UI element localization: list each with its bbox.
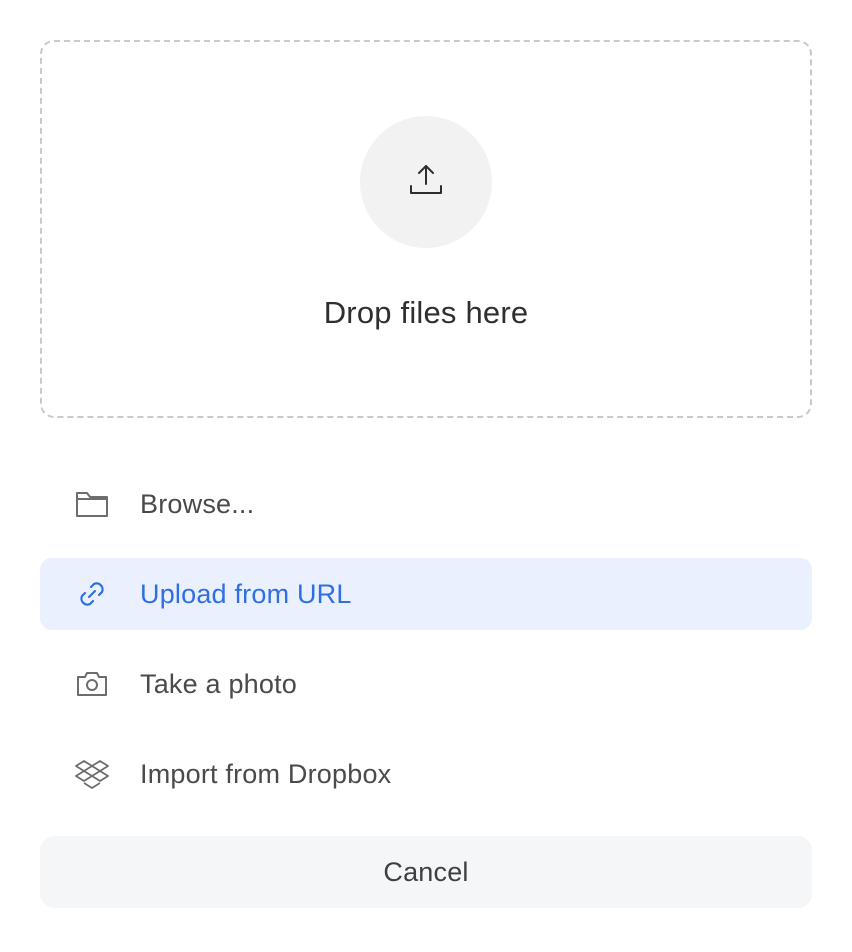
take-photo-label: Take a photo: [140, 668, 298, 699]
cancel-button[interactable]: Cancel: [40, 836, 812, 908]
upload-icon: [408, 162, 444, 203]
dropbox-icon: [74, 756, 110, 792]
import-dropbox-label: Import from Dropbox: [140, 758, 392, 789]
link-icon: [74, 576, 110, 612]
folder-icon: [74, 486, 110, 522]
upload-from-url-option[interactable]: Upload from URL: [40, 558, 812, 630]
file-drop-zone[interactable]: Drop files here: [40, 40, 812, 418]
take-photo-option[interactable]: Take a photo: [40, 648, 812, 720]
browse-option[interactable]: Browse...: [40, 468, 812, 540]
drop-files-title: Drop files here: [323, 295, 529, 330]
upload-from-url-label: Upload from URL: [140, 578, 352, 609]
upload-icon-circle: [360, 116, 492, 248]
upload-options-list: Browse... Upload from URL Take a photo I…: [40, 468, 812, 828]
camera-icon: [74, 666, 110, 702]
import-dropbox-option[interactable]: Import from Dropbox: [40, 738, 812, 810]
browse-option-label: Browse...: [140, 488, 255, 519]
